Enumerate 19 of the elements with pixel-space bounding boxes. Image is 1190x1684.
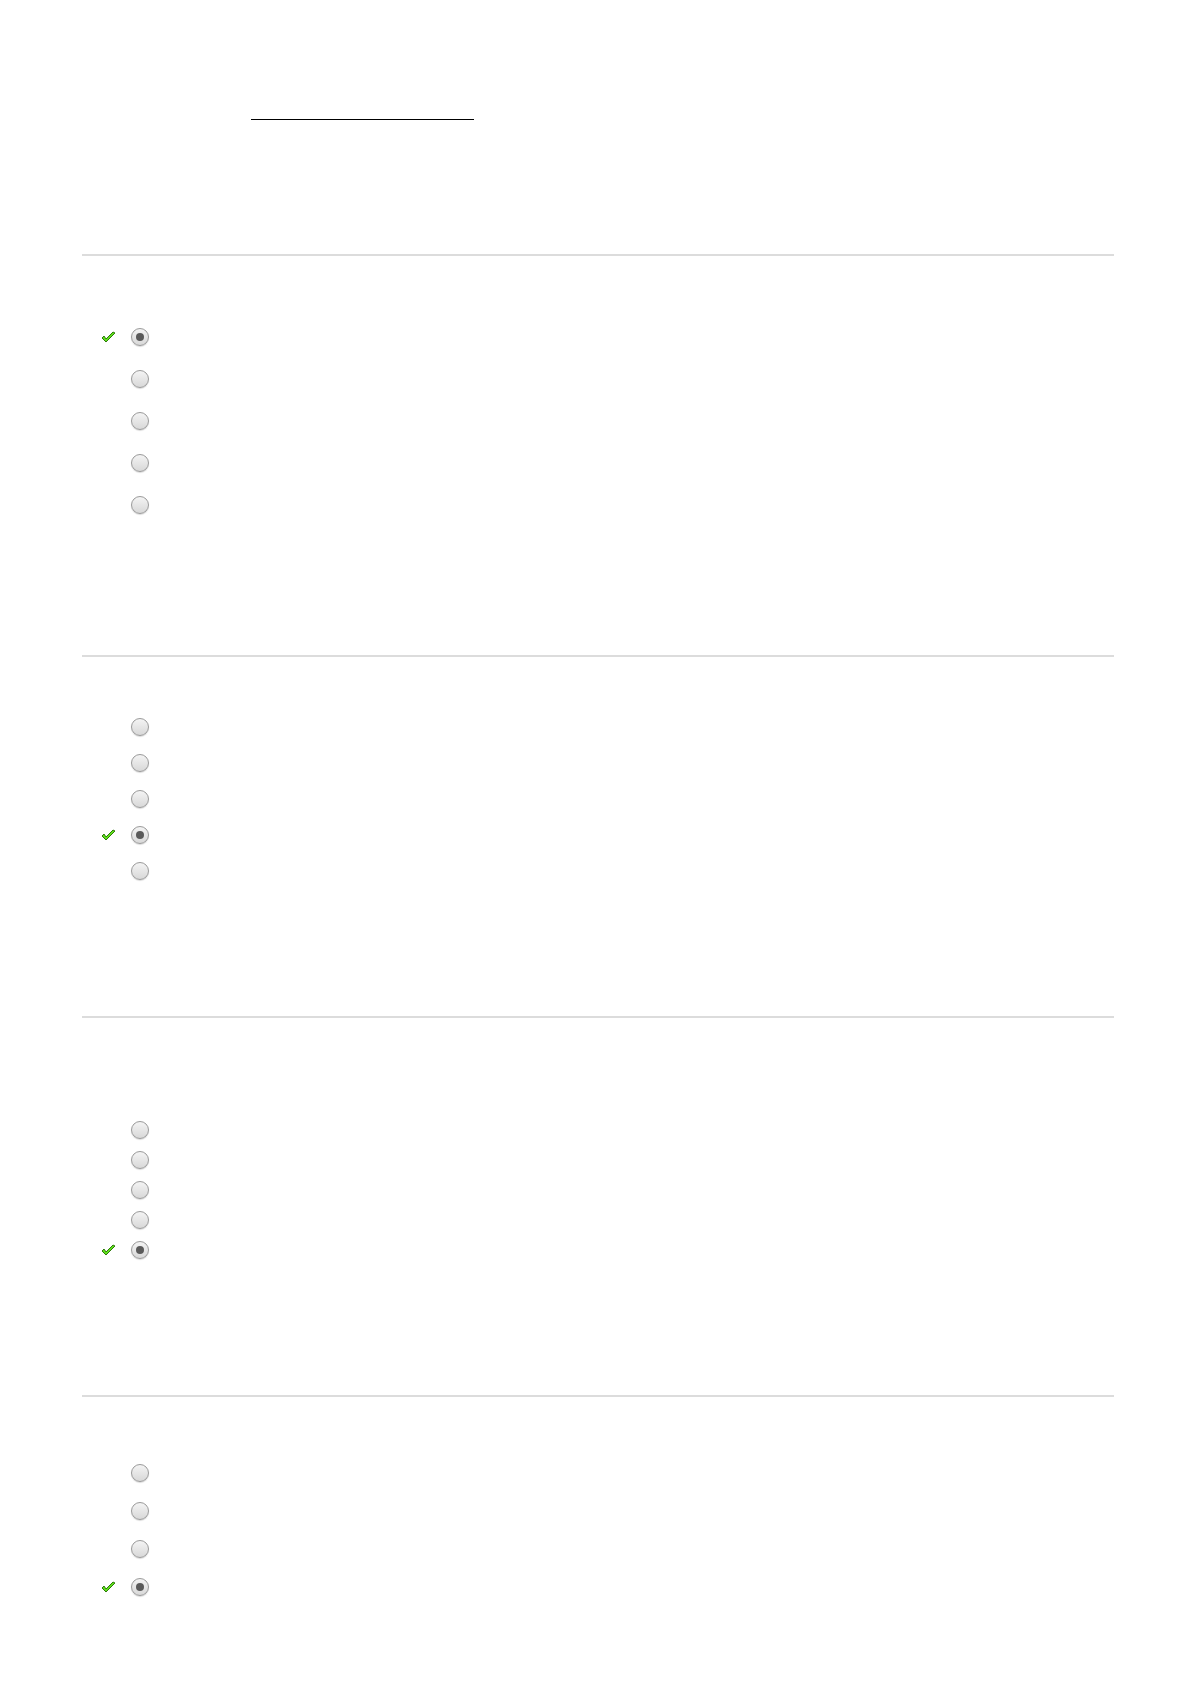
radio-button[interactable] bbox=[131, 1464, 149, 1482]
radio-button[interactable] bbox=[131, 754, 149, 772]
radio-button[interactable] bbox=[131, 862, 149, 880]
radio-button[interactable] bbox=[131, 496, 149, 514]
radio-button[interactable] bbox=[131, 454, 149, 472]
radio-button[interactable] bbox=[131, 1540, 149, 1558]
radio-button[interactable] bbox=[131, 1502, 149, 1520]
radio-button[interactable] bbox=[131, 826, 149, 844]
radio-button[interactable] bbox=[131, 412, 149, 430]
radio-button[interactable] bbox=[131, 328, 149, 346]
radio-button[interactable] bbox=[131, 1151, 149, 1169]
radio-button[interactable] bbox=[131, 1211, 149, 1229]
radio-button[interactable] bbox=[131, 1181, 149, 1199]
radio-button[interactable] bbox=[131, 718, 149, 736]
radio-button[interactable] bbox=[131, 790, 149, 808]
radio-button[interactable] bbox=[131, 370, 149, 388]
radio-button[interactable] bbox=[131, 1121, 149, 1139]
radio-button[interactable] bbox=[131, 1241, 149, 1259]
radio-button[interactable] bbox=[131, 1578, 149, 1596]
